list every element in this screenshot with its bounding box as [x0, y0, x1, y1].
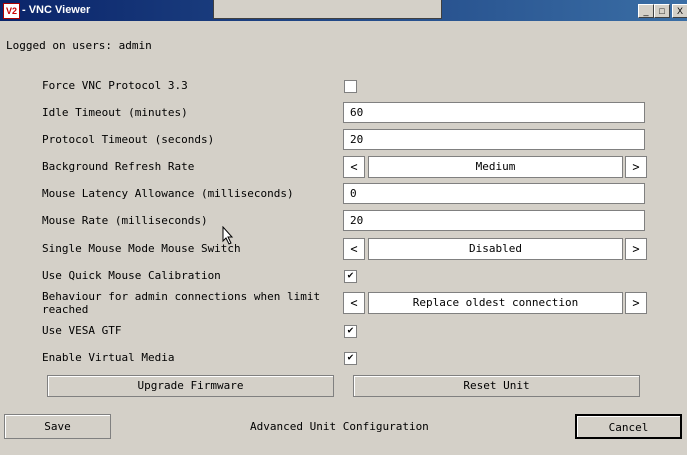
protocol-timeout-label: Protocol Timeout (seconds) — [42, 133, 215, 146]
force-vnc-label: Force VNC Protocol 3.3 — [42, 79, 188, 92]
mouse-latency-input[interactable]: 0 — [343, 183, 645, 204]
idle-timeout-input[interactable]: 60 — [343, 102, 645, 123]
upgrade-firmware-button[interactable]: Upgrade Firmware — [47, 375, 334, 397]
background-refresh-next-button[interactable]: > — [625, 156, 647, 178]
vnc-viewer-window: V2 - VNC Viewer _ □ X Logged on users: a… — [0, 0, 687, 455]
single-mouse-next-button[interactable]: > — [625, 238, 647, 260]
mouse-rate-label: Mouse Rate (milliseconds) — [42, 214, 208, 227]
title-bar[interactable]: V2 - VNC Viewer _ □ X — [0, 0, 687, 21]
mouse-latency-label: Mouse Latency Allowance (milliseconds) — [42, 187, 294, 200]
connection-toolbar-tab[interactable] — [213, 0, 442, 19]
logged-on-users: Logged on users: admin — [6, 39, 152, 52]
single-mouse-value: Disabled — [368, 238, 623, 260]
window-title: - VNC Viewer — [22, 4, 91, 16]
single-mouse-selector: < Disabled > — [343, 238, 647, 260]
cancel-button[interactable]: Cancel — [575, 414, 682, 439]
minimize-button[interactable]: _ — [638, 4, 654, 18]
close-button[interactable]: X — [672, 4, 687, 18]
admin-behaviour-label: Behaviour for admin connections when lim… — [42, 290, 321, 316]
single-mouse-label: Single Mouse Mode Mouse Switch — [42, 242, 241, 255]
mouse-rate-input[interactable]: 20 — [343, 210, 645, 231]
config-panel: Logged on users: admin Force VNC Protoco… — [0, 21, 687, 455]
idle-timeout-label: Idle Timeout (minutes) — [42, 106, 188, 119]
background-refresh-prev-button[interactable]: < — [343, 156, 365, 178]
vesa-gtf-label: Use VESA GTF — [42, 324, 122, 337]
background-refresh-label: Background Refresh Rate — [42, 160, 195, 173]
admin-behaviour-selector: < Replace oldest connection > — [343, 292, 647, 314]
single-mouse-prev-button[interactable]: < — [343, 238, 365, 260]
admin-behaviour-prev-button[interactable]: < — [343, 292, 365, 314]
vnc-app-icon: V2 — [3, 3, 20, 19]
reset-unit-button[interactable]: Reset Unit — [353, 375, 640, 397]
admin-behaviour-value: Replace oldest connection — [368, 292, 623, 314]
save-button[interactable]: Save — [4, 414, 111, 439]
maximize-button[interactable]: □ — [654, 4, 670, 18]
background-refresh-selector: < Medium > — [343, 156, 647, 178]
force-vnc-checkbox[interactable] — [344, 80, 357, 93]
protocol-timeout-input[interactable]: 20 — [343, 129, 645, 150]
quick-calibration-label: Use Quick Mouse Calibration — [42, 269, 221, 282]
virtual-media-label: Enable Virtual Media — [42, 351, 175, 364]
background-refresh-value: Medium — [368, 156, 623, 178]
vesa-gtf-checkbox[interactable]: ✔ — [344, 325, 357, 338]
virtual-media-checkbox[interactable]: ✔ — [344, 352, 357, 365]
quick-calibration-checkbox[interactable]: ✔ — [344, 270, 357, 283]
admin-behaviour-next-button[interactable]: > — [625, 292, 647, 314]
mouse-pointer-icon — [222, 226, 234, 245]
page-title: Advanced Unit Configuration — [250, 420, 429, 433]
